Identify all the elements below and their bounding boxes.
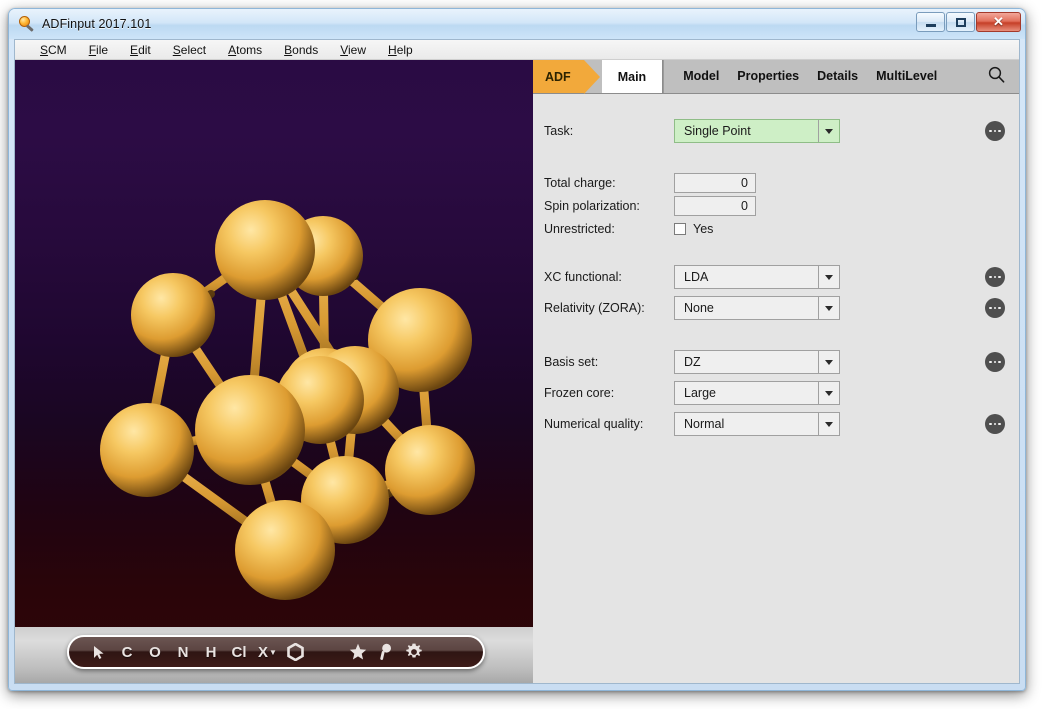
label-spin-polarization: Spin polarization: — [544, 199, 640, 213]
benzene-ring-tool[interactable] — [282, 638, 310, 666]
basis-set-dropdown[interactable]: DZ — [674, 350, 840, 374]
chevron-down-icon[interactable] — [818, 120, 839, 142]
magnifier-icon — [378, 643, 393, 661]
atom-toolbar: C O N H Cl X ▼ — [67, 635, 485, 669]
menu-item-view[interactable]: View — [329, 41, 377, 59]
main-split: C O N H Cl X ▼ ADF Main Model Properties… — [15, 60, 1019, 683]
minimize-button[interactable] — [916, 12, 945, 32]
window-controls: ✕ — [916, 12, 1021, 32]
numerical-quality-value: Normal — [684, 417, 725, 431]
frozen-core-dropdown[interactable]: Large — [674, 381, 840, 405]
menu-item-edit[interactable]: Edit — [119, 41, 162, 59]
search-button[interactable] — [974, 66, 1019, 88]
task-dropdown[interactable]: Single Point — [674, 119, 840, 143]
unrestricted-checkbox[interactable] — [674, 223, 686, 235]
hexagon-icon — [287, 643, 305, 661]
menu-item-atoms[interactable]: Atoms — [217, 41, 273, 59]
tab-details[interactable]: Details — [808, 60, 867, 93]
numerical-quality-help-button[interactable] — [985, 414, 1005, 434]
menu-item-file[interactable]: File — [78, 41, 119, 59]
tab-multilevel[interactable]: MultiLevel — [867, 60, 946, 93]
minimize-icon — [925, 23, 936, 27]
chevron-down-icon[interactable] — [818, 351, 839, 373]
client-area: SCM File Edit Select Atoms Bonds View He… — [14, 39, 1020, 684]
atom-h-tool[interactable]: H — [197, 638, 225, 666]
total-charge-input[interactable]: 0 — [674, 173, 756, 193]
xc-functional-value: LDA — [684, 270, 709, 284]
atom-x-tool[interactable]: X ▼ — [253, 638, 282, 666]
adf-badge[interactable]: ADF — [533, 60, 600, 94]
row-numerical-quality: Numerical quality: Normal — [533, 411, 1019, 437]
xc-functional-dropdown[interactable]: LDA — [674, 265, 840, 289]
chevron-down-icon: ▼ — [269, 647, 277, 657]
label-task: Task: — [544, 124, 574, 138]
magnifier-icon — [19, 16, 35, 32]
chevron-down-icon[interactable] — [818, 382, 839, 404]
relativity-dropdown[interactable]: None — [674, 296, 840, 320]
atom-c-tool[interactable]: C — [113, 638, 141, 666]
maximize-button[interactable] — [946, 12, 975, 32]
label-total-charge: Total charge: — [544, 176, 616, 190]
label-relativity: Relativity (ZORA): — [544, 301, 645, 315]
application-window: ADFinput 2017.101 ✕ SCM File Edit Select… — [8, 8, 1026, 691]
window-title: ADFinput 2017.101 — [42, 17, 152, 31]
favorite-star-tool[interactable] — [344, 638, 372, 666]
label-xc-functional: XC functional: — [544, 270, 622, 284]
row-xc-functional: XC functional: LDA — [533, 264, 1019, 290]
atom-n-tool[interactable]: N — [169, 638, 197, 666]
search-icon — [988, 66, 1005, 88]
select-cursor-tool[interactable] — [85, 638, 113, 666]
row-relativity: Relativity (ZORA): None — [533, 295, 1019, 321]
chevron-down-icon[interactable] — [818, 297, 839, 319]
magnifier-tool[interactable] — [372, 638, 400, 666]
close-icon: ✕ — [993, 14, 1004, 29]
menu-item-scm[interactable]: SCM — [29, 41, 78, 59]
title-bar: ADFinput 2017.101 ✕ — [9, 9, 1025, 39]
spin-polarization-input[interactable]: 0 — [674, 196, 756, 216]
unrestricted-label: Yes — [693, 222, 714, 236]
label-numerical-quality: Numerical quality: — [544, 417, 644, 431]
tab-bar: ADF Main Model Properties Details MultiL… — [533, 60, 1019, 94]
cursor-arrow-icon — [93, 645, 105, 660]
label-unrestricted: Unrestricted: — [544, 222, 615, 236]
tab-model[interactable]: Model — [674, 60, 728, 93]
molecule-render[interactable] — [15, 60, 533, 660]
tab-properties[interactable]: Properties — [728, 60, 808, 93]
label-basis-set: Basis set: — [544, 355, 599, 369]
settings-form: Task: Single Point Total charge: 0 Spin … — [533, 94, 1019, 683]
atom-x-label: X — [258, 643, 269, 661]
xc-functional-help-button[interactable] — [985, 267, 1005, 287]
close-button[interactable]: ✕ — [976, 12, 1021, 32]
settings-panel: ADF Main Model Properties Details MultiL… — [533, 60, 1019, 683]
row-frozen-core: Frozen core: Large — [533, 380, 1019, 406]
tab-list: Model Properties Details MultiLevel — [663, 60, 1019, 93]
relativity-value: None — [684, 301, 714, 315]
label-frozen-core: Frozen core: — [544, 386, 615, 400]
chevron-down-icon[interactable] — [818, 266, 839, 288]
settings-gear-tool[interactable] — [400, 638, 428, 666]
basis-set-value: DZ — [684, 355, 701, 369]
numerical-quality-dropdown[interactable]: Normal — [674, 412, 840, 436]
gear-icon — [405, 643, 423, 661]
row-task: Task: Single Point — [533, 118, 1019, 144]
star-icon — [349, 643, 367, 661]
tab-main[interactable]: Main — [601, 60, 664, 93]
row-unrestricted: Unrestricted: Yes — [533, 216, 1019, 242]
maximize-icon — [955, 17, 966, 27]
molecule-viewer[interactable]: C O N H Cl X ▼ — [15, 60, 533, 683]
unrestricted-checkbox-group[interactable]: Yes — [674, 222, 713, 236]
atom-o-tool[interactable]: O — [141, 638, 169, 666]
relativity-help-button[interactable] — [985, 298, 1005, 318]
basis-set-help-button[interactable] — [985, 352, 1005, 372]
task-value: Single Point — [684, 124, 751, 138]
task-help-button[interactable] — [985, 121, 1005, 141]
menu-bar: SCM File Edit Select Atoms Bonds View He… — [15, 40, 1019, 60]
menu-item-select[interactable]: Select — [162, 41, 217, 59]
chevron-down-icon[interactable] — [818, 413, 839, 435]
menu-item-help[interactable]: Help — [377, 41, 424, 59]
menu-item-bonds[interactable]: Bonds — [273, 41, 329, 59]
row-basis-set: Basis set: DZ — [533, 349, 1019, 375]
frozen-core-value: Large — [684, 386, 716, 400]
atom-cl-tool[interactable]: Cl — [225, 638, 253, 666]
